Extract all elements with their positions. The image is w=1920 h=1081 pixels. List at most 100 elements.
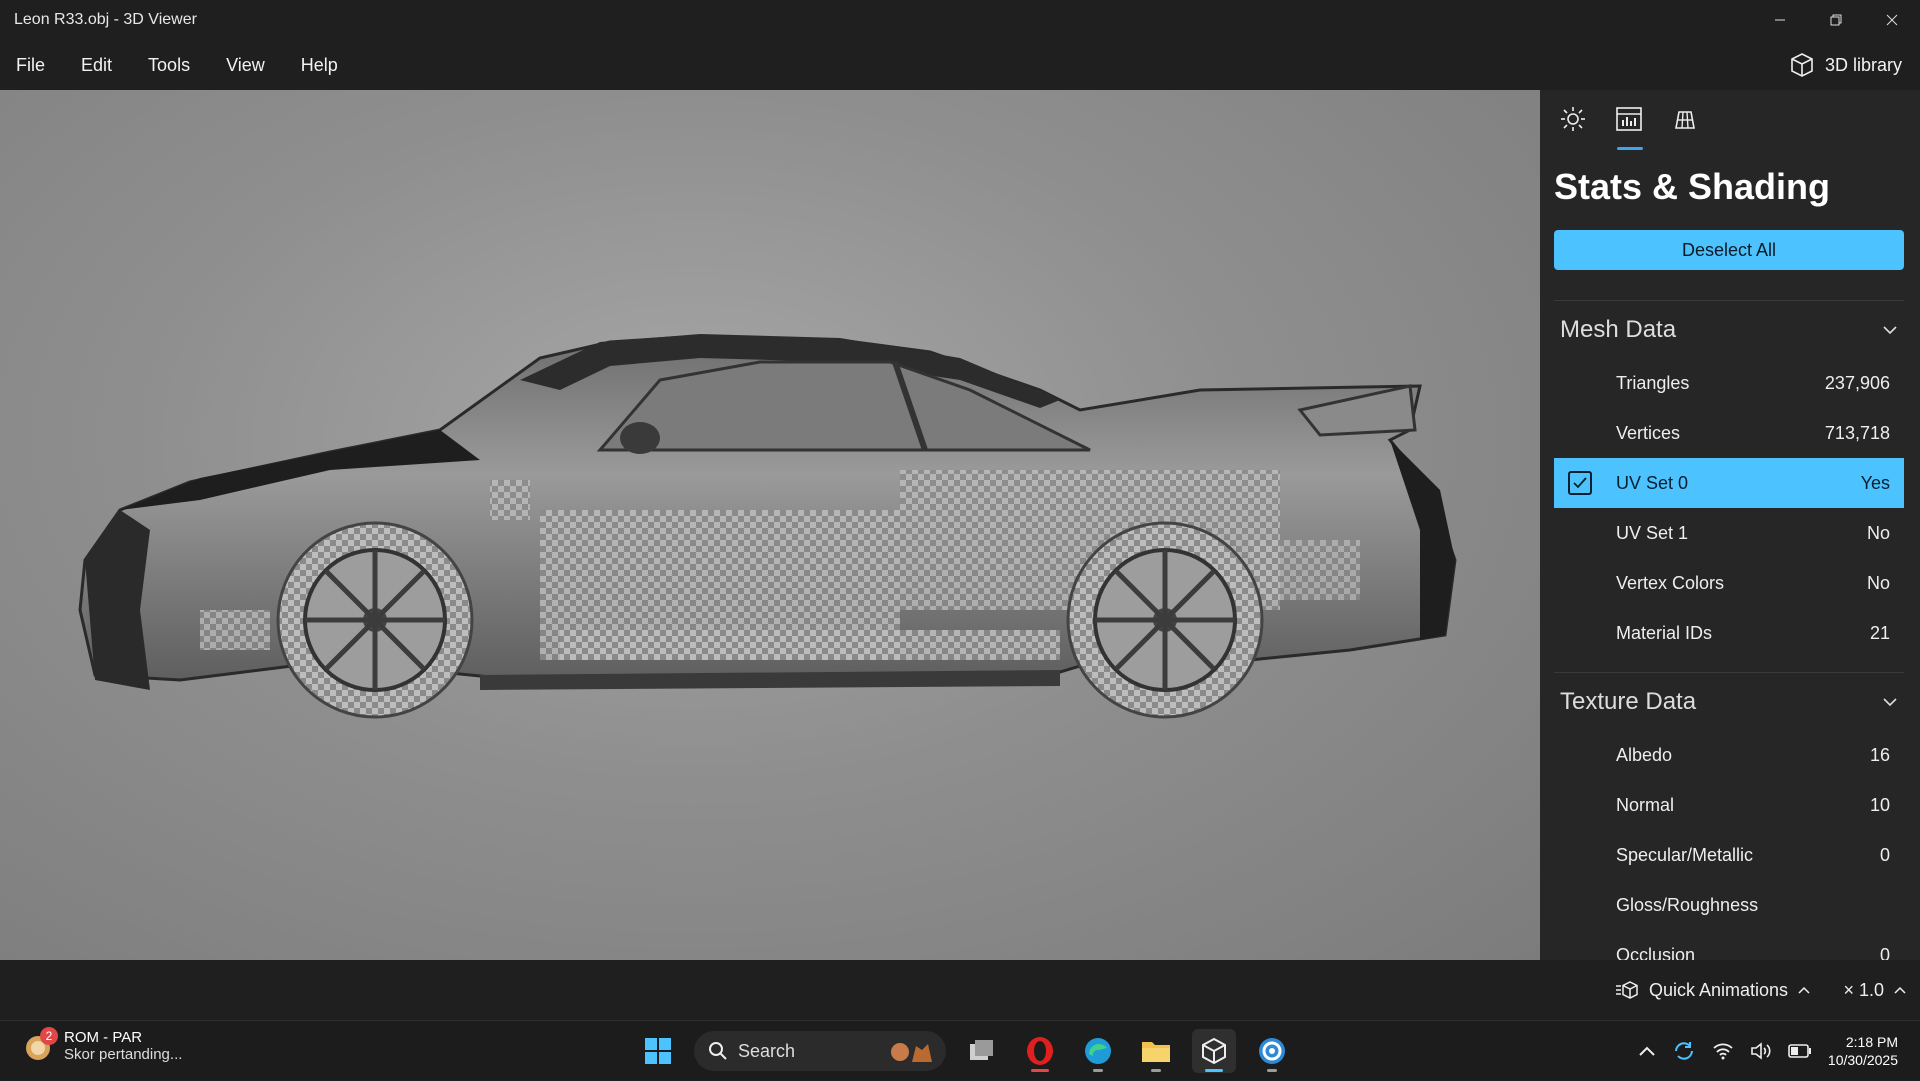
list-item[interactable]: Vertices 713,718	[1554, 408, 1904, 458]
list-item[interactable]: Occlusion 0	[1554, 930, 1904, 961]
deselect-all-button[interactable]: Deselect All	[1554, 230, 1904, 270]
list-item[interactable]: Material IDs 21	[1554, 608, 1904, 658]
clock[interactable]: 2:18 PM 10/30/2025	[1828, 1033, 1898, 1069]
windows-logo-icon	[645, 1038, 671, 1064]
quick-animations-label: Quick Animations	[1648, 979, 1788, 1000]
checkbox-checked[interactable]	[1568, 471, 1592, 495]
taskbar: 2 ROM - PAR Skor pertanding... Search 2:…	[0, 1020, 1920, 1080]
close-button[interactable]	[1864, 0, 1920, 40]
opera-app[interactable]	[1018, 1029, 1062, 1073]
quick-animations-button[interactable]: Quick Animations	[1615, 960, 1810, 1020]
row-label: Vertex Colors	[1616, 572, 1725, 593]
list-item[interactable]: Normal 10	[1554, 780, 1904, 830]
battery-icon[interactable]	[1788, 1043, 1812, 1059]
menu-file[interactable]: File	[0, 55, 61, 76]
list-item-selected[interactable]: UV Set 0 Yes	[1554, 458, 1904, 508]
texture-data-header[interactable]: Texture Data	[1554, 672, 1904, 730]
row-value: No	[1866, 522, 1890, 543]
stats-chart-icon	[1616, 107, 1642, 131]
panel-title: Stats & Shading	[1554, 166, 1831, 207]
stats-panel: Stats & Shading Deselect All Mesh Data T…	[1540, 90, 1920, 960]
menu-help[interactable]: Help	[285, 55, 354, 76]
3d-viewport[interactable]	[0, 90, 1540, 960]
running-indicator	[1031, 1069, 1049, 1072]
list-item[interactable]: Gloss/Roughness	[1554, 880, 1904, 930]
folder-icon	[1142, 1042, 1170, 1062]
news-widget[interactable]: 2 ROM - PAR Skor pertanding...	[24, 1027, 182, 1063]
edge-icon	[1085, 1038, 1111, 1064]
list-item[interactable]: Specular/Metallic 0	[1554, 830, 1904, 880]
row-value: No	[1866, 572, 1890, 593]
list-item[interactable]: Triangles 237,906	[1554, 358, 1904, 408]
menu-tools[interactable]: Tools	[132, 55, 206, 76]
row-label: UV Set 0	[1616, 472, 1689, 493]
3d-library-label: 3D library	[1824, 54, 1902, 75]
chevron-up-icon	[1894, 986, 1906, 994]
tab-grid[interactable]	[1666, 106, 1704, 150]
row-value: Yes	[1860, 472, 1890, 493]
search-label: Search	[738, 1040, 796, 1061]
window-title: Leon R33.obj - 3D Viewer	[14, 11, 197, 28]
chevron-down-icon	[1883, 325, 1897, 334]
row-label: Occlusion	[1616, 944, 1696, 961]
search-icon	[709, 1042, 727, 1060]
search-highlight-icon	[891, 1043, 932, 1062]
task-view-button[interactable]	[960, 1029, 1004, 1073]
running-indicator	[1205, 1069, 1223, 1072]
animation-bar: Quick Animations × 1.0	[0, 960, 1920, 1020]
mesh-data-section: Mesh Data Triangles 237,906 Vertices 713…	[1554, 300, 1904, 658]
tab-stats[interactable]	[1610, 106, 1648, 150]
row-label: Gloss/Roughness	[1616, 894, 1759, 915]
animation-cube-icon	[1615, 981, 1638, 999]
3d-library-button[interactable]: 3D library	[1789, 40, 1902, 90]
restore-icon	[1830, 14, 1842, 26]
clock-time: 2:18 PM	[1845, 1034, 1898, 1050]
3d-viewer-icon	[1202, 1037, 1226, 1065]
row-label: Albedo	[1616, 744, 1673, 765]
restore-button[interactable]	[1808, 0, 1864, 40]
close-icon	[1886, 14, 1898, 26]
news-title: ROM - PAR	[64, 1029, 143, 1046]
texture-data-title: Texture Data	[1560, 687, 1697, 715]
menu-edit[interactable]: Edit	[65, 55, 128, 76]
menu-bar: File Edit Tools View Help	[0, 40, 1920, 90]
sync-icon[interactable]	[1672, 1039, 1696, 1063]
list-item[interactable]: Albedo 16	[1554, 730, 1904, 780]
clock-date: 10/30/2025	[1827, 1052, 1898, 1068]
mesh-data-header[interactable]: Mesh Data	[1554, 300, 1904, 358]
edge-app[interactable]	[1076, 1029, 1120, 1073]
row-value: 237,906	[1824, 372, 1890, 393]
settings-gear-icon	[1259, 1038, 1285, 1064]
rear-wheel	[1066, 521, 1264, 719]
settings-app[interactable]	[1250, 1029, 1294, 1073]
taskbar-apps: Search	[636, 1029, 1294, 1073]
row-value: 0	[1879, 844, 1890, 865]
file-explorer-app[interactable]	[1134, 1029, 1178, 1073]
start-button[interactable]	[636, 1029, 680, 1073]
running-indicator	[1093, 1069, 1103, 1072]
tab-lighting[interactable]	[1554, 106, 1592, 150]
list-item[interactable]: Vertex Colors No	[1554, 558, 1904, 608]
grid-icon	[1675, 111, 1695, 129]
chevron-up-icon[interactable]	[1638, 1045, 1656, 1057]
running-indicator	[1151, 1069, 1161, 1072]
task-view-icon	[970, 1040, 993, 1060]
wifi-icon[interactable]	[1712, 1042, 1734, 1060]
speed-value: × 1.0	[1843, 979, 1884, 1000]
3d-viewer-app[interactable]	[1192, 1029, 1236, 1073]
list-item[interactable]: UV Set 1 No	[1554, 508, 1904, 558]
row-label: Specular/Metallic	[1616, 844, 1754, 865]
taskbar-search[interactable]: Search	[694, 1031, 946, 1071]
menu-view[interactable]: View	[210, 55, 281, 76]
running-indicator	[1267, 1069, 1277, 1072]
row-label: Normal	[1616, 794, 1675, 815]
row-label: Vertices	[1616, 422, 1681, 443]
system-tray: 2:18 PM 10/30/2025	[1638, 1021, 1920, 1081]
minimize-button[interactable]	[1752, 0, 1808, 40]
row-label: Material IDs	[1616, 622, 1713, 643]
sports-ball-icon: 2	[24, 1027, 58, 1061]
row-value: 0	[1879, 944, 1890, 961]
front-wheel	[276, 521, 474, 719]
speed-selector[interactable]: × 1.0	[1843, 960, 1906, 1020]
speaker-icon[interactable]	[1750, 1042, 1772, 1060]
